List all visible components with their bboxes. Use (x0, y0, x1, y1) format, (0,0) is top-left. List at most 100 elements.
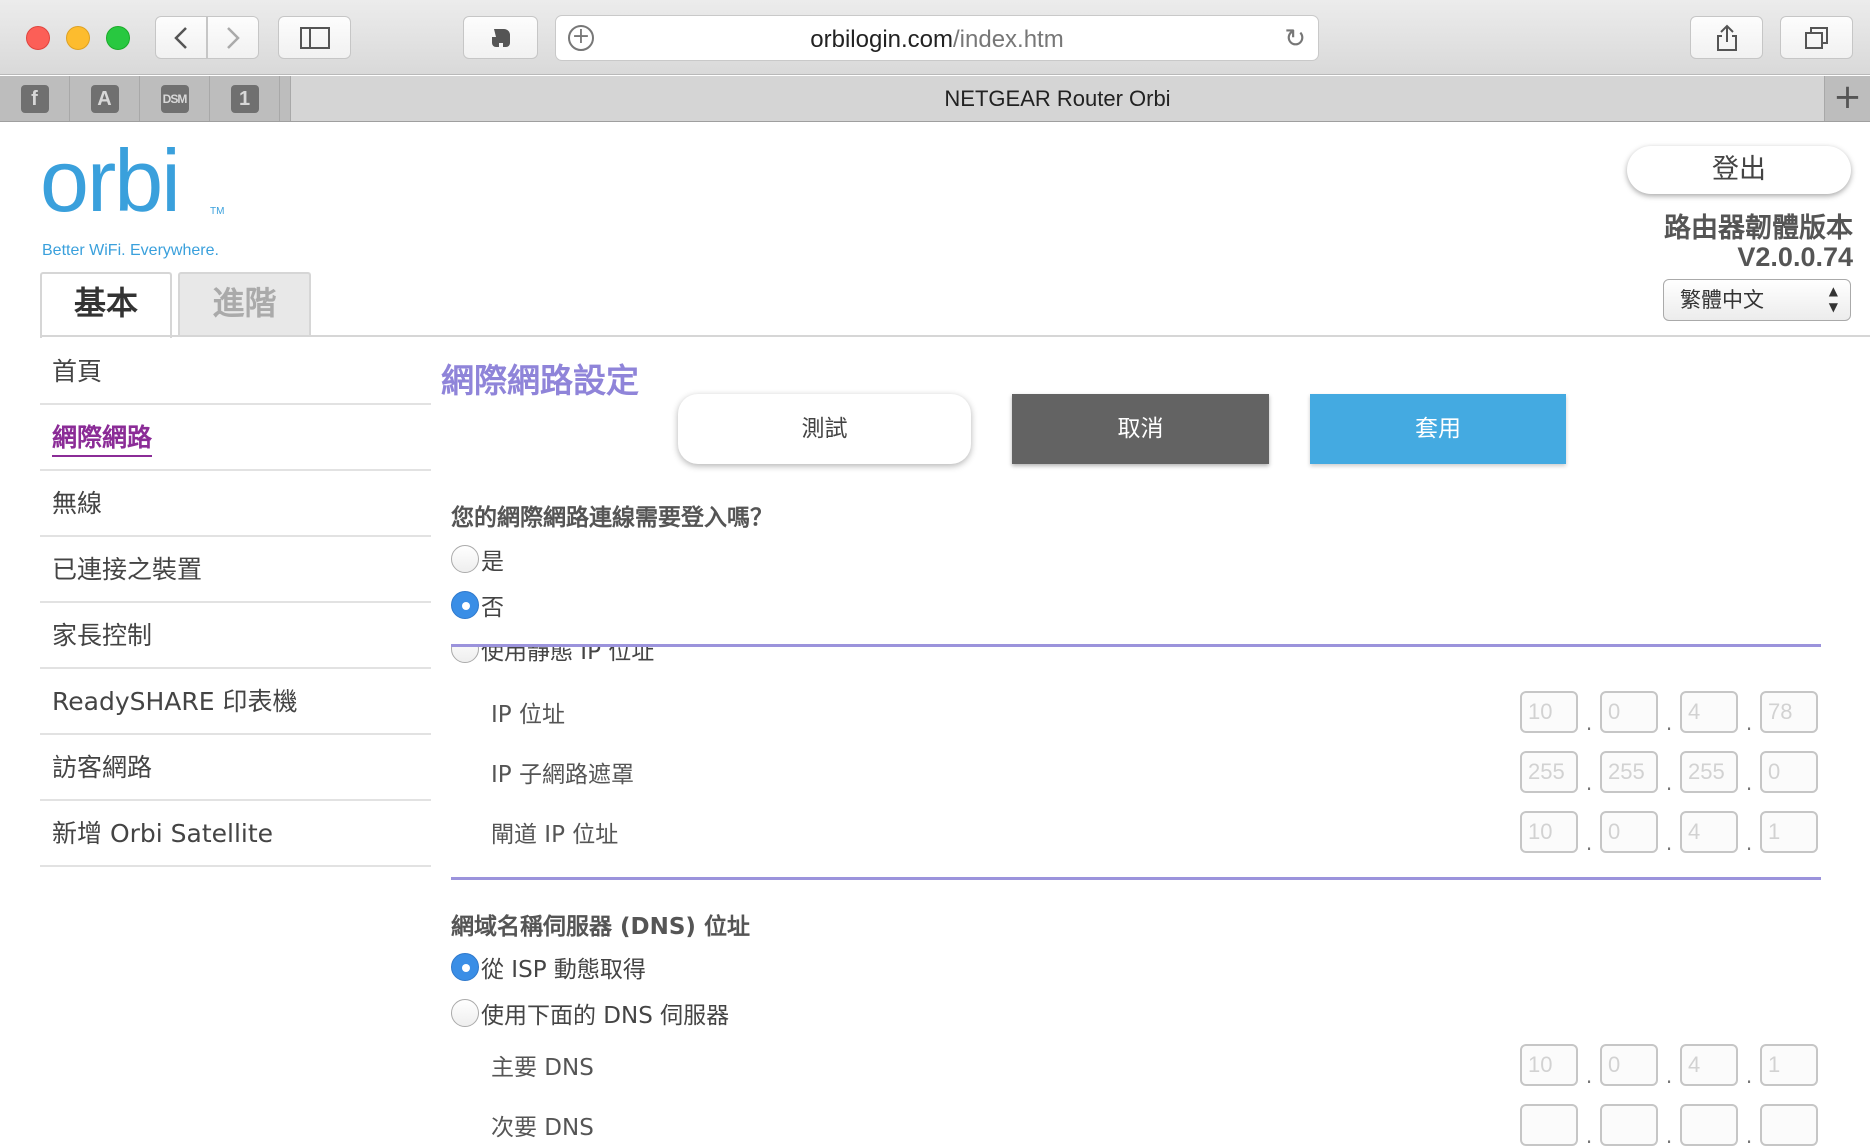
favorite-1[interactable]: 1 (210, 76, 280, 121)
language-select[interactable]: 繁體中文 ▲ ▼ (1663, 279, 1851, 321)
one-icon: 1 (230, 84, 259, 113)
browser-toolbar: + orbilogin.com/index.htm ↻ (0, 0, 1870, 75)
tabs-icon (1804, 26, 1828, 49)
gateway-octet-2[interactable]: 0 (1600, 811, 1658, 853)
favorite-a[interactable]: A (70, 76, 140, 121)
ip-dot: . (1665, 831, 1673, 855)
forward-button[interactable] (207, 16, 259, 59)
sidebar-item-label: 新增 Orbi Satellite (52, 819, 274, 848)
sidebar-item-internet[interactable]: 網際網路 (40, 405, 431, 471)
secondary-dns-octet-2[interactable] (1600, 1104, 1658, 1146)
reload-icon[interactable]: ↻ (1284, 24, 1306, 54)
sidebar-item-label: 家長控制 (52, 621, 153, 650)
sidebar-icon (299, 26, 330, 49)
sidebar-item-home[interactable]: 首頁 (40, 339, 431, 405)
zoom-window-button[interactable] (106, 26, 130, 50)
tab-divider (40, 335, 1870, 337)
chevron-left-icon (174, 26, 187, 49)
tabs-overview-button[interactable] (1780, 16, 1853, 59)
sidebar-item-label: 已連接之裝置 (52, 555, 203, 584)
static-ip-option[interactable]: 使用靜態 IP 位址 (451, 647, 654, 666)
primary-dns-octet-4[interactable]: 1 (1760, 1044, 1818, 1086)
dns-from-isp-label: 從 ISP 動態取得 (481, 957, 646, 983)
secondary-dns-octet-3[interactable] (1680, 1104, 1738, 1146)
primary-dns-octet-1[interactable]: 10 (1520, 1044, 1578, 1086)
new-tab-button[interactable]: + (1825, 76, 1870, 121)
sidebar-item-attached-devices[interactable]: 已連接之裝置 (40, 537, 431, 603)
language-value: 繁體中文 (1680, 288, 1764, 312)
secondary-dns-octet-4[interactable] (1760, 1104, 1818, 1146)
share-button[interactable] (1690, 16, 1763, 59)
minimize-window-button[interactable] (66, 26, 90, 50)
gateway-label: 閘道 IP 位址 (491, 822, 619, 848)
sidebar-item-wireless[interactable]: 無線 (40, 471, 431, 537)
sidebar-item-label: ReadySHARE 印表機 (52, 687, 298, 716)
ip-dot: . (1585, 1124, 1593, 1148)
ip-dot: . (1745, 831, 1753, 855)
logout-button[interactable]: 登出 (1627, 146, 1851, 194)
close-window-button[interactable] (26, 26, 50, 50)
ip-dot: . (1665, 771, 1673, 795)
primary-dns-octet-3[interactable]: 4 (1680, 1044, 1738, 1086)
brand-tagline: Better WiFi. Everywhere. (42, 242, 219, 259)
login-yes-option[interactable]: 是 (451, 542, 504, 576)
dns-from-isp-radio[interactable] (451, 953, 479, 981)
static-ip-radio[interactable] (451, 647, 479, 663)
ip-octet-1[interactable]: 10 (1520, 691, 1578, 733)
gateway-octet-1[interactable]: 10 (1520, 811, 1578, 853)
login-yes-radio[interactable] (451, 545, 479, 573)
subnet-octet-4[interactable]: 0 (1760, 751, 1818, 793)
ip-octet-4[interactable]: 78 (1760, 691, 1818, 733)
sidebar-toggle-button[interactable] (278, 16, 351, 59)
facebook-icon: f (20, 84, 49, 113)
ip-dot: . (1745, 711, 1753, 735)
secondary-dns-octet-1[interactable] (1520, 1104, 1578, 1146)
apply-button[interactable]: 套用 (1310, 394, 1566, 464)
ip-dot: . (1745, 1064, 1753, 1088)
ip-dot: . (1745, 1124, 1753, 1148)
subnet-octet-2[interactable]: 255 (1600, 751, 1658, 793)
share-icon (1716, 24, 1737, 51)
subnet-octet-1[interactable]: 255 (1520, 751, 1578, 793)
ip-octet-3[interactable]: 4 (1680, 691, 1738, 733)
ip-address-input: 10. 0. 4. 78 (1520, 691, 1818, 733)
ip-dot: . (1665, 1124, 1673, 1148)
chevron-right-icon (227, 26, 240, 49)
firmware-version: V2.0.0.74 (1737, 242, 1853, 272)
sidebar-item-add-satellite[interactable]: 新增 Orbi Satellite (40, 801, 431, 867)
subnet-octet-3[interactable]: 255 (1680, 751, 1738, 793)
sidebar-item-guest-network[interactable]: 訪客網路 (40, 735, 431, 801)
dns-manual-radio[interactable] (451, 999, 479, 1027)
back-button[interactable] (155, 16, 207, 59)
static-ip-label: 使用靜態 IP 位址 (481, 647, 655, 665)
sidebar-item-parental-controls[interactable]: 家長控制 (40, 603, 431, 669)
dns-section-title: 網域名稱伺服器 (DNS) 位址 (451, 914, 750, 940)
active-tab[interactable]: NETGEAR Router Orbi (290, 76, 1825, 121)
sidebar-item-readyshare-printer[interactable]: ReadySHARE 印表機 (40, 669, 431, 735)
evernote-extension-button[interactable] (463, 16, 538, 59)
primary-dns-octet-2[interactable]: 0 (1600, 1044, 1658, 1086)
gateway-octet-3[interactable]: 4 (1680, 811, 1738, 853)
favorite-dsm[interactable]: DSM (140, 76, 210, 121)
ip-dot: . (1745, 771, 1753, 795)
test-button[interactable]: 測試 (678, 394, 971, 464)
secondary-dns-input: . . . (1520, 1104, 1818, 1146)
tab-basic[interactable]: 基本 (40, 272, 172, 338)
login-no-option[interactable]: 否 (451, 588, 504, 622)
dns-from-isp-option[interactable]: 從 ISP 動態取得 (451, 950, 646, 984)
ip-octet-2[interactable]: 0 (1600, 691, 1658, 733)
address-bar[interactable]: + orbilogin.com/index.htm ↻ (555, 15, 1319, 61)
gateway-octet-4[interactable]: 1 (1760, 811, 1818, 853)
dns-manual-option[interactable]: 使用下面的 DNS 伺服器 (451, 996, 729, 1030)
section-divider (451, 877, 1821, 880)
static-ip-option-clip: 使用靜態 IP 位址 (451, 647, 851, 667)
url-host: orbilogin.com (810, 26, 953, 53)
favorite-facebook[interactable]: f (0, 76, 70, 121)
cancel-button[interactable]: 取消 (1012, 394, 1269, 464)
ip-dot: . (1585, 1064, 1593, 1088)
logo-text: orbi (40, 147, 179, 230)
primary-dns-input: 10. 0. 4. 1 (1520, 1044, 1818, 1086)
a-icon: A (90, 84, 119, 113)
tab-advanced[interactable]: 進階 (178, 272, 311, 336)
login-no-radio[interactable] (451, 591, 479, 619)
